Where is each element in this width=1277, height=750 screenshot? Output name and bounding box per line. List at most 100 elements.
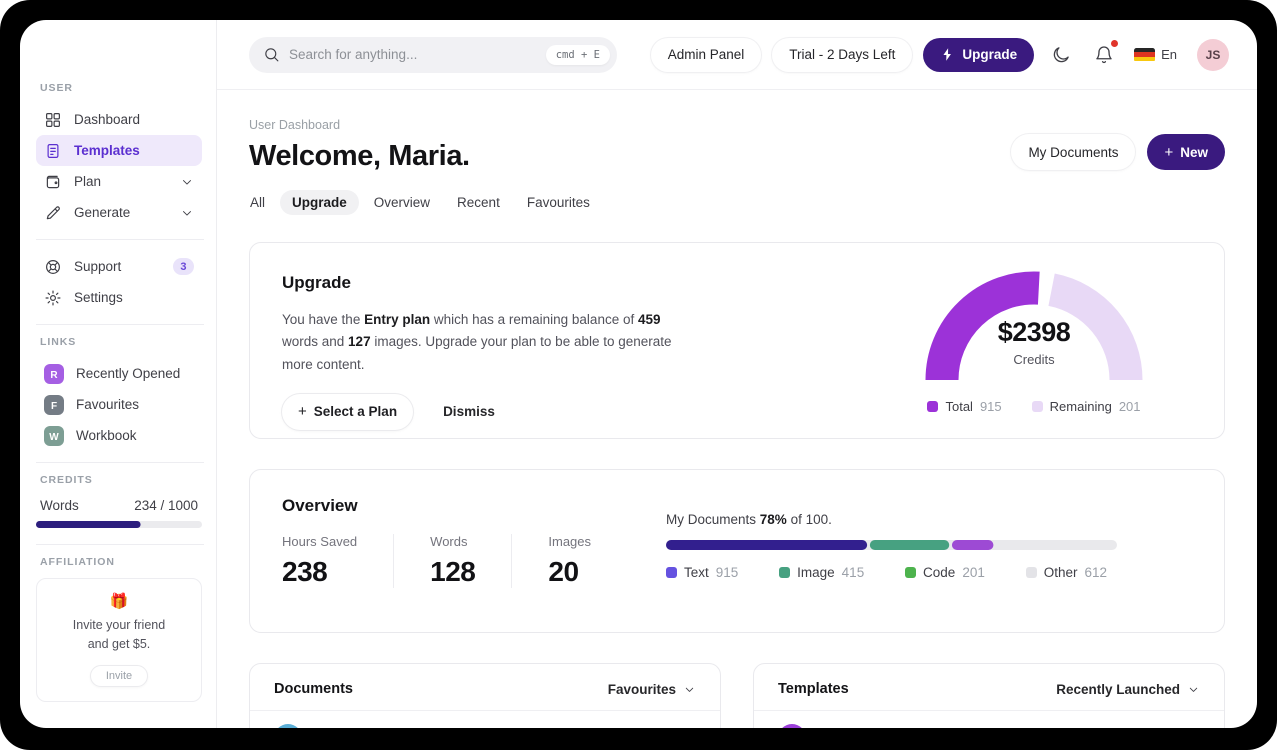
tab-recent[interactable]: Recent	[445, 190, 512, 215]
sidebar-item-plan[interactable]: Plan	[36, 166, 202, 197]
svg-text:W: W	[49, 432, 59, 443]
templates-card: Templates Recently Launched Blog Post Ti…	[753, 663, 1225, 728]
lightning-icon	[943, 48, 952, 61]
sidebar-section-user: USER	[40, 82, 73, 94]
affiliation-line1: Invite your friend	[72, 618, 166, 632]
chevron-down-icon	[685, 687, 694, 692]
sidebar-section-links: LINKS	[40, 336, 77, 348]
tab-all[interactable]: All	[238, 190, 277, 215]
language-selector[interactable]: En	[1134, 42, 1177, 68]
sidebar-section-credits: CREDITS	[40, 474, 93, 486]
templates-icon	[47, 143, 59, 158]
admin-panel-button[interactable]: Admin Panel	[650, 37, 762, 72]
legend-label: Total	[945, 399, 973, 414]
lifebuoy-icon	[46, 259, 60, 274]
gauge-legend: Total 915 Remaining 201	[908, 399, 1160, 414]
tab-overview[interactable]: Overview	[362, 190, 442, 215]
sidebar-item-templates[interactable]: Templates	[36, 135, 202, 166]
credits-label: Credits	[1013, 352, 1055, 367]
sidebar-item-settings[interactable]: Settings	[36, 282, 202, 313]
pencil-icon	[46, 205, 60, 219]
sidebar-item-label: Support	[74, 259, 122, 274]
plan-name: Entry plan	[364, 312, 431, 327]
stat-label: Words	[430, 534, 468, 549]
recently-opened-swatch: R	[44, 363, 64, 384]
upgrade-card: Upgrade You have the Entry plan which ha…	[249, 242, 1225, 439]
body-text: which has a remaining balance of	[430, 312, 638, 327]
documents-filter-dropdown[interactable]: Favourites	[608, 682, 696, 697]
notifications-button[interactable]	[1091, 39, 1119, 68]
search-shortcut-badge: cmd + E	[545, 44, 610, 65]
dismiss-button[interactable]: Dismiss	[443, 404, 495, 419]
topbar: cmd + E Admin Panel Trial - 2 Days Left …	[217, 20, 1257, 90]
invite-button[interactable]: Invite	[89, 664, 149, 687]
dark-mode-toggle[interactable]	[1048, 42, 1074, 68]
sidebar-section-affiliation: AFFILIATION	[40, 556, 115, 568]
sidebar-divider	[36, 544, 204, 545]
stat-words: Words 128	[394, 534, 513, 588]
app-window: USER Dashboard Templates Plan Generate S…	[20, 20, 1257, 728]
trial-status-badge[interactable]: Trial - 2 Days Left	[772, 37, 913, 72]
credits-row: Words 234 / 1000	[36, 496, 202, 521]
sidebar-item-generate[interactable]: Generate	[36, 197, 202, 228]
svg-text:F: F	[51, 401, 57, 412]
chevron-down-icon	[183, 210, 191, 216]
gauge-chart: $2398 Credits	[923, 269, 1145, 387]
my-documents-button[interactable]: My Documents	[1011, 134, 1136, 170]
workbook-swatch: W	[44, 425, 64, 446]
search-input[interactable]	[289, 47, 537, 62]
germany-flag-icon	[1134, 47, 1156, 62]
tab-favourites[interactable]: Favourites	[515, 190, 602, 215]
breadcrumb: User Dashboard	[249, 118, 341, 132]
sidebar-link-workbook[interactable]: W Workbook	[36, 420, 202, 451]
support-count-badge: 3	[172, 258, 194, 275]
documents-progress-label: My Documents 78% of 100.	[666, 512, 1117, 527]
sidebar-link-recently-opened[interactable]: R Recently Opened	[36, 358, 202, 389]
templates-filter-dropdown[interactable]: Recently Launched	[1056, 682, 1200, 697]
language-label: En	[1161, 47, 1177, 62]
select-plan-label: Select a Plan	[313, 404, 398, 420]
sidebar-item-dashboard[interactable]: Dashboard	[36, 104, 202, 135]
documents-card: Documents Favourites Untitled Document i…	[249, 663, 721, 728]
progress-text: My Documents	[666, 512, 760, 527]
header-actions: My Documents + New	[1011, 134, 1225, 170]
template-list-item[interactable]: Blog Post Title in Workbook	[754, 711, 1224, 728]
upgrade-card-title: Upgrade	[282, 273, 351, 292]
legend-swatch	[927, 401, 939, 412]
sidebar-link-favourites[interactable]: F Favourites	[36, 389, 202, 420]
upgrade-card-actions: + Select a Plan Dismiss	[282, 393, 684, 430]
templates-card-title: Templates	[778, 681, 849, 697]
templates-filter-label: Recently Launched	[1056, 681, 1180, 697]
plus-icon: +	[1164, 143, 1174, 161]
legend-swatch	[779, 567, 791, 578]
legend-total: Total 915	[927, 399, 1002, 414]
plus-icon: +	[298, 403, 307, 421]
tab-upgrade[interactable]: Upgrade	[280, 190, 359, 215]
legend-text: Text 915	[666, 565, 738, 580]
notification-dot	[1111, 39, 1119, 47]
legend-other: Other 612	[1025, 565, 1107, 580]
sidebar-divider	[36, 239, 204, 240]
legend-swatch	[1031, 401, 1043, 412]
sidebar-item-label: Plan	[74, 174, 102, 189]
search-bar[interactable]: cmd + E	[249, 36, 617, 73]
documents-card-header: Documents Favourites	[250, 664, 720, 710]
sidebar-item-label: Templates	[74, 143, 140, 158]
document-list-item[interactable]: Untitled Document in Workbook	[250, 711, 720, 728]
document-avatar	[278, 724, 298, 728]
credits-gauge: $2398 Credits Total 915 Remaining 201	[908, 269, 1160, 414]
credits-progress-bar	[36, 521, 202, 528]
sidebar-item-label: Dashboard	[74, 112, 141, 127]
user-avatar[interactable]: JS	[1197, 38, 1229, 71]
template-avatar	[782, 724, 802, 728]
new-button[interactable]: + New	[1147, 134, 1225, 170]
legend-value: 201	[962, 565, 985, 580]
legend-label: Image	[797, 565, 835, 580]
stat-value: 128	[430, 556, 476, 587]
select-plan-button[interactable]: + Select a Plan	[282, 393, 414, 430]
sidebar-item-support[interactable]: Support 3	[36, 251, 202, 282]
legend-value: 612	[1084, 565, 1107, 580]
upgrade-button[interactable]: Upgrade	[923, 37, 1035, 72]
legend-label: Text	[684, 565, 709, 580]
affiliation-text: Invite your friend and get $5.	[47, 616, 191, 654]
